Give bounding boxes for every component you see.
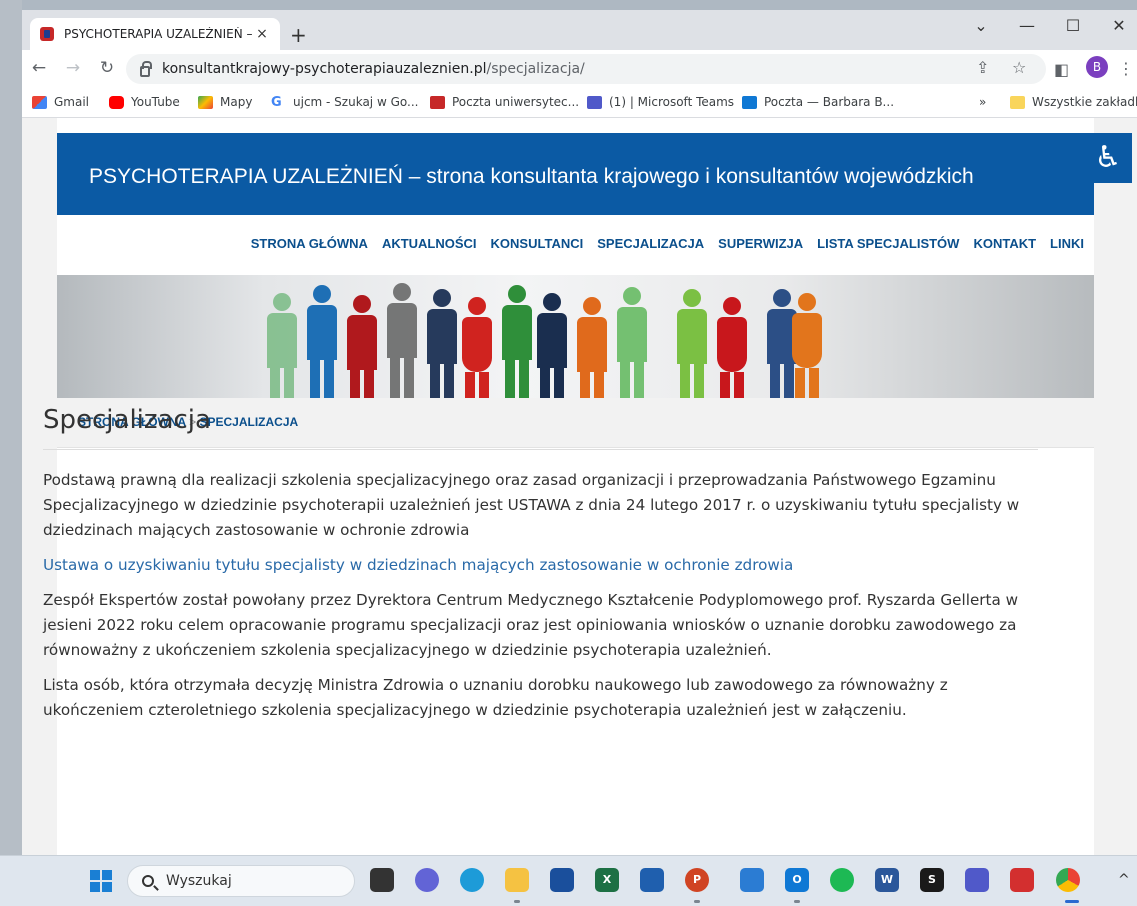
close-window-icon[interactable]: ✕: [1104, 16, 1134, 35]
accessibility-icon[interactable]: ♿: [1084, 133, 1132, 183]
bookmark-label: Poczta — Barbara B...: [764, 95, 895, 109]
windows-taskbar: Wyszukaj X P O W S ^: [0, 855, 1137, 906]
calendar-icon[interactable]: [740, 868, 764, 892]
menu-home[interactable]: STRONA GŁÓWNA: [251, 236, 368, 251]
law-link[interactable]: Ustawa o uzyskiwaniu tytułu specjalisty …: [43, 556, 793, 574]
tab-search-icon[interactable]: ⌄: [966, 16, 996, 35]
bookmark-university-mail[interactable]: Poczta uniwersytec...: [430, 95, 579, 109]
share-icon[interactable]: ⇪: [976, 58, 989, 77]
youtube-icon: [109, 95, 124, 109]
lock-icon[interactable]: [140, 60, 152, 77]
teams-taskbar-icon[interactable]: [965, 868, 989, 892]
teams-icon: [587, 95, 602, 109]
url-path: /specjalizacja/: [486, 61, 585, 77]
desktop-left-edge: [0, 0, 22, 906]
google-icon: G: [271, 94, 282, 110]
task-view-icon[interactable]: [370, 868, 394, 892]
running-indicator: [694, 900, 700, 903]
scrivener-icon[interactable]: S: [920, 868, 944, 892]
forward-icon[interactable]: →: [62, 58, 84, 78]
taskbar-search[interactable]: Wyszukaj: [127, 865, 355, 897]
acrobat-icon[interactable]: [1010, 868, 1034, 892]
chrome-icon[interactable]: [1056, 868, 1080, 892]
header-banner-image: [57, 275, 1094, 398]
menu-news[interactable]: AKTUALNOŚCI: [382, 236, 477, 251]
excel-icon[interactable]: X: [595, 868, 619, 892]
bookmark-label: ujcm - Szukaj w Go...: [293, 95, 419, 109]
tab-close-icon[interactable]: ×: [254, 26, 270, 42]
bookmark-teams[interactable]: (1) | Microsoft Teams: [587, 95, 734, 109]
bookmark-label: Mapy: [220, 95, 253, 109]
gmail-icon: [32, 95, 47, 109]
running-indicator: [794, 900, 800, 903]
menu-specialist-list[interactable]: LISTA SPECJALISTÓW: [817, 236, 959, 251]
search-icon: [142, 875, 154, 887]
main-menu: STRONA GŁÓWNA AKTUALNOŚCI KONSULTANCI SP…: [251, 236, 1084, 251]
spotify-icon[interactable]: [830, 868, 854, 892]
menu-contact[interactable]: KONTAKT: [973, 236, 1036, 251]
site-header: PSYCHOTERAPIA UZALEŻNIEŃ – strona konsul…: [57, 133, 1094, 215]
powerpoint-icon[interactable]: P: [685, 868, 709, 892]
browser-toolbar: ← → ↻ konsultantkrajowy-psychoterapiauza…: [22, 50, 1137, 88]
bookmark-youtube[interactable]: YouTube: [109, 95, 180, 109]
maps-icon: [198, 95, 213, 109]
active-indicator: [1065, 900, 1079, 903]
running-indicator: [514, 900, 520, 903]
main-content: Specjalizacja Podstawą prawną dla realiz…: [43, 405, 1038, 733]
outlook-icon: [742, 95, 757, 109]
university-crest-icon: [430, 95, 445, 109]
page-title: Specjalizacja: [43, 405, 1038, 450]
paragraph-expert-team: Zespół Ekspertów został powołany przez D…: [43, 591, 1019, 659]
url-host: konsultantkrajowy-psychoterapiauzaleznie…: [162, 61, 487, 77]
file-explorer-icon[interactable]: [505, 868, 529, 892]
edge-icon[interactable]: [460, 868, 484, 892]
bookmark-label: Wszystkie zakładki: [1032, 95, 1137, 109]
store-icon[interactable]: [550, 868, 574, 892]
chat-icon[interactable]: [415, 868, 439, 892]
bookmark-label: Gmail: [54, 95, 90, 109]
paragraph-recognized-list: Lista osób, która otrzymała decyzję Mini…: [43, 676, 948, 719]
maximize-icon[interactable]: ☐: [1058, 16, 1088, 35]
menu-supervision[interactable]: SUPERWIZJA: [718, 236, 803, 251]
site-favicon-icon: [40, 27, 54, 41]
profile-avatar[interactable]: B: [1086, 56, 1108, 78]
minimize-icon[interactable]: —: [1012, 16, 1042, 35]
new-tab-button[interactable]: +: [290, 23, 307, 47]
menu-specialization[interactable]: SPECJALIZACJA: [597, 236, 704, 251]
system-tray-chevron-icon[interactable]: ^: [1118, 872, 1130, 888]
bookmark-label: Poczta uniwersytec...: [452, 95, 580, 109]
outlook-taskbar-icon[interactable]: O: [785, 868, 809, 892]
search-placeholder: Wyszukaj: [166, 873, 232, 889]
reload-icon[interactable]: ↻: [96, 58, 118, 78]
overflow-chevron-icon: »: [979, 95, 987, 109]
bookmark-outlook[interactable]: Poczta — Barbara B...: [742, 95, 894, 109]
paragraph-legal-basis: Podstawą prawną dla realizacji szkolenia…: [43, 471, 1020, 539]
bookmark-label: (1) | Microsoft Teams: [609, 95, 735, 109]
bookmark-star-icon[interactable]: ☆: [1012, 58, 1026, 77]
bookmarks-overflow-button[interactable]: »: [979, 95, 986, 109]
browser-window: PSYCHOTERAPIA UZALEŻNIEŃ – × + ⌄ — ☐ ✕ ←…: [22, 10, 1137, 855]
bookmark-google-search[interactable]: Gujcm - Szukaj w Go...: [271, 95, 418, 109]
windows-start-icon[interactable]: [90, 870, 112, 892]
tab-strip: PSYCHOTERAPIA UZALEŻNIEŃ – × + ⌄ — ☐ ✕: [22, 10, 1137, 50]
mail-icon[interactable]: [640, 868, 664, 892]
tab-title: PSYCHOTERAPIA UZALEŻNIEŃ –: [64, 27, 253, 41]
address-bar[interactable]: konsultantkrajowy-psychoterapiauzaleznie…: [126, 54, 1046, 84]
menu-consultants[interactable]: KONSULTANCI: [491, 236, 584, 251]
side-panel-icon[interactable]: ◧: [1054, 60, 1069, 79]
bookmark-gmail[interactable]: Gmail: [32, 95, 89, 109]
browser-tab[interactable]: PSYCHOTERAPIA UZALEŻNIEŃ – ×: [30, 18, 280, 50]
all-bookmarks-folder[interactable]: Wszystkie zakładki: [1010, 95, 1137, 109]
word-icon[interactable]: W: [875, 868, 899, 892]
menu-kebab-icon[interactable]: ⋮: [1118, 59, 1134, 78]
folder-icon: [1010, 95, 1025, 109]
bookmark-label: YouTube: [131, 95, 180, 109]
menu-links[interactable]: LINKI: [1050, 236, 1084, 251]
bookmarks-bar: Gmail YouTube Mapy Gujcm - Szukaj w Go..…: [22, 88, 1137, 118]
back-icon[interactable]: ←: [28, 58, 50, 78]
bookmark-maps[interactable]: Mapy: [198, 95, 252, 109]
